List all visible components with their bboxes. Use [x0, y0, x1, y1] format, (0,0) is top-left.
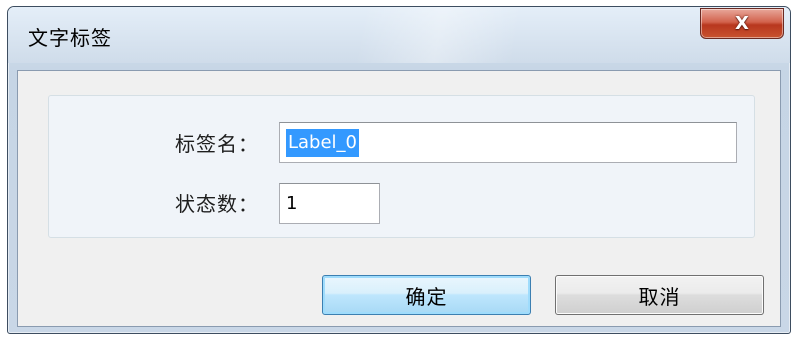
close-button[interactable]: X [700, 8, 784, 39]
state-count-value: 1 [286, 193, 298, 214]
close-icon: X [735, 12, 749, 34]
ok-button[interactable]: 确定 [322, 275, 531, 315]
label-name-label: 标签名： [175, 132, 259, 156]
dialog-title: 文字标签 [28, 26, 112, 50]
label-name-input[interactable]: Label_0 [279, 122, 737, 163]
form-group: 标签名： Label_0 状态数： 1 [48, 95, 755, 238]
title-bar[interactable]: 文字标签 X [8, 7, 790, 63]
dialog-window: 文字标签 X 标签名： Label_0 状态数： 1 确定 取消 [7, 6, 791, 334]
cancel-button[interactable]: 取消 [555, 275, 764, 315]
state-count-label: 状态数： [175, 192, 259, 216]
state-count-input[interactable]: 1 [279, 183, 380, 224]
label-name-value: Label_0 [286, 128, 360, 157]
dialog-body: 标签名： Label_0 状态数： 1 确定 取消 [17, 70, 781, 327]
